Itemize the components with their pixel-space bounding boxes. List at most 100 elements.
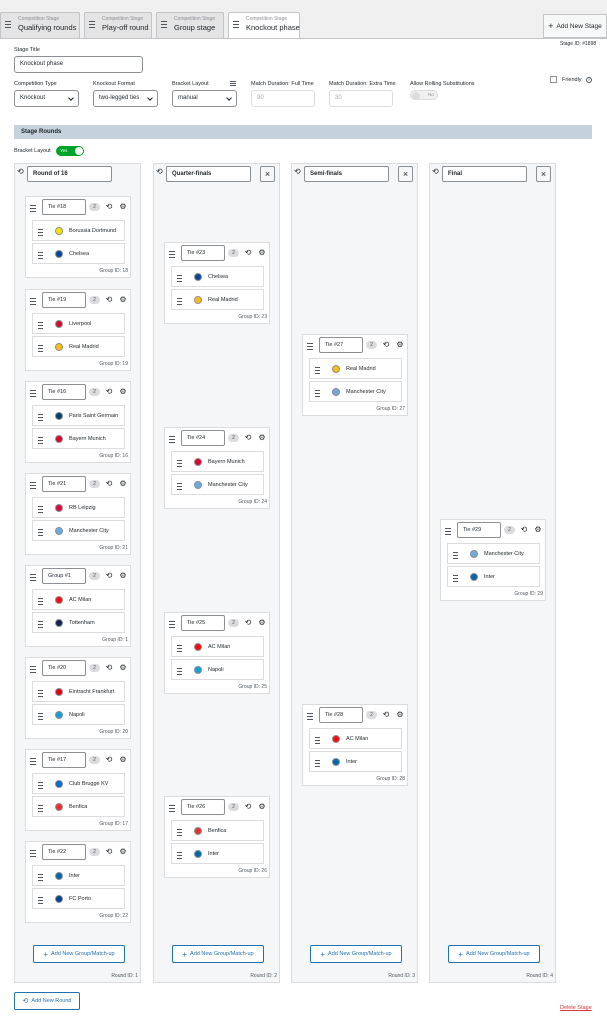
team-row[interactable]: Inter [171,843,264,864]
sync-icon[interactable]: ⟲ [244,248,252,257]
team-row[interactable]: Paris Saint Germain [32,405,125,426]
tie-name-input[interactable]: Tie #25 [181,615,225,631]
drag-handle-icon[interactable] [38,897,43,906]
drag-handle-icon[interactable] [30,850,36,859]
drag-handle-icon[interactable] [453,552,458,561]
sync-icon[interactable]: ⟲ [244,618,252,627]
sync-icon[interactable]: ⟲ [244,802,252,811]
tie-name-input[interactable]: Tie #23 [181,245,225,261]
team-row[interactable]: Bayern Munich [171,451,264,472]
gear-icon[interactable]: ⚙ [119,479,127,488]
drag-handle-icon[interactable] [315,367,320,376]
drag-handle-icon[interactable] [38,713,43,722]
gear-icon[interactable]: ⚙ [119,387,127,396]
tab-qualifying-rounds[interactable]: Competition Stage Qualifying rounds [0,12,80,38]
drag-handle-icon[interactable] [38,690,43,699]
bracket-layout-select[interactable]: manual [172,90,237,107]
team-row[interactable]: Manchester City [171,474,264,495]
team-row[interactable]: FC Porto [32,888,125,909]
team-row[interactable]: Benfica [32,796,125,817]
gear-icon[interactable]: ⚙ [119,295,127,304]
drag-handle-icon[interactable] [177,852,182,861]
sync-icon[interactable]: ⟲ [17,168,24,176]
gear-icon[interactable]: ⚙ [119,755,127,764]
team-row[interactable]: Napoli [32,704,125,725]
round-name-input[interactable]: Final [442,166,527,182]
sync-icon[interactable]: ⟲ [105,663,113,672]
drag-handle-icon[interactable] [38,805,43,814]
drag-handle-icon[interactable] [177,483,182,492]
tie-name-input[interactable]: Tie #19 [42,292,86,308]
tie-name-input[interactable]: Group #1 [42,568,86,584]
drag-handle-icon[interactable] [161,21,167,29]
team-row[interactable]: Tottenham [32,612,125,633]
drag-handle-icon[interactable] [177,460,182,469]
add-group-button[interactable]: + Add New Group/Match-up [310,945,402,963]
drag-handle-icon[interactable] [169,805,175,814]
sync-icon[interactable]: ⟲ [294,168,301,176]
round-name-input[interactable]: Quarter-finals [166,166,251,182]
gear-icon[interactable]: ⚙ [119,847,127,856]
sync-icon[interactable]: ⟲ [382,710,390,719]
drag-handle-icon[interactable] [38,322,43,331]
sync-icon[interactable]: ⟲ [156,168,163,176]
add-group-button[interactable]: + Add New Group/Match-up [448,945,540,963]
team-row[interactable]: Inter [447,566,540,587]
gear-icon[interactable]: ⚙ [119,571,127,580]
drag-handle-icon[interactable] [38,506,43,515]
help-icon[interactable]: ? [586,77,592,83]
drag-handle-icon[interactable] [89,21,95,29]
sync-icon[interactable]: ⟲ [105,479,113,488]
team-row[interactable]: Real Madrid [32,336,125,357]
round-name-input[interactable]: Semi-finals [304,166,389,182]
drag-handle-icon[interactable] [38,598,43,607]
tie-name-input[interactable]: Tie #16 [42,384,86,400]
drag-handle-icon[interactable] [169,251,175,260]
add-new-stage-button[interactable]: + Add New Stage [543,14,607,38]
drag-handle-icon[interactable] [30,666,36,675]
team-row[interactable]: Napoli [171,659,264,680]
drag-handle-icon[interactable] [169,436,175,445]
gear-icon[interactable]: ⚙ [534,525,542,534]
drag-handle-icon[interactable] [445,528,451,537]
sync-icon[interactable]: ⟲ [432,168,439,176]
team-row[interactable]: Inter [32,865,125,886]
gear-icon[interactable]: ⚙ [258,433,266,442]
drag-handle-icon[interactable] [177,668,182,677]
drag-handle-icon[interactable] [315,390,320,399]
sync-icon[interactable]: ⟲ [105,847,113,856]
drag-handle-icon[interactable] [30,298,36,307]
team-row[interactable]: Eintracht Frankfurt [32,681,125,702]
drag-handle-icon[interactable] [315,737,320,746]
delete-stage-link[interactable]: Delete Stage [560,1005,592,1011]
tie-name-input[interactable]: Tie #26 [181,799,225,815]
tie-name-input[interactable]: Tie #20 [42,660,86,676]
drag-handle-icon[interactable] [38,782,43,791]
competition-type-select[interactable]: Knockout [14,90,79,107]
team-row[interactable]: AC Milan [309,728,402,749]
sync-icon[interactable]: ⟲ [105,295,113,304]
team-row[interactable]: AC Milan [32,589,125,610]
drag-handle-icon[interactable] [30,390,36,399]
drag-handle-icon[interactable] [38,621,43,630]
add-group-button[interactable]: + Add New Group/Match-up [33,945,125,963]
drag-handle-icon[interactable] [307,343,313,352]
team-row[interactable]: Bayern Munich [32,428,125,449]
sync-icon[interactable]: ⟲ [105,755,113,764]
drag-handle-icon[interactable] [38,345,43,354]
remove-round-button[interactable]: × [398,166,413,182]
drag-handle-icon[interactable] [38,874,43,883]
tie-name-input[interactable]: Tie #17 [42,752,86,768]
duration-full-input[interactable]: 90 [251,90,315,107]
drag-handle-icon[interactable] [177,275,182,284]
gear-icon[interactable]: ⚙ [258,618,266,627]
drag-handle-icon[interactable] [169,621,175,630]
drag-handle-icon[interactable] [38,414,43,423]
remove-round-button[interactable]: × [536,166,551,182]
friendly-checkbox[interactable] [550,76,557,83]
tie-name-input[interactable]: Tie #29 [457,522,501,538]
sync-icon[interactable]: ⟲ [244,433,252,442]
drag-handle-icon[interactable] [5,21,11,29]
drag-handle-icon[interactable] [30,574,36,583]
drag-handle-icon[interactable] [30,205,36,214]
